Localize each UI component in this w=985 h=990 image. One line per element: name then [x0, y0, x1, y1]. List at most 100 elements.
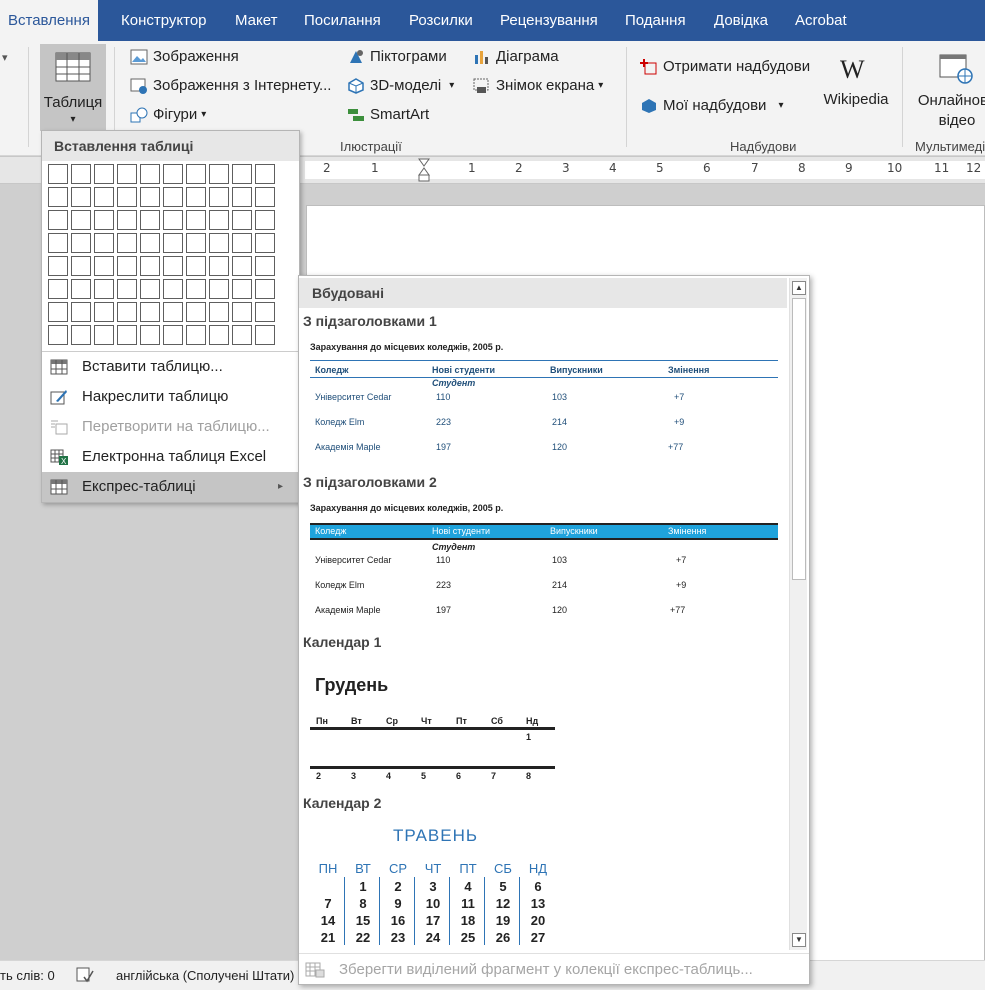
tab-acrobat[interactable]: Acrobat: [795, 0, 847, 41]
grid-cell[interactable]: [255, 325, 275, 345]
grid-cell[interactable]: [255, 210, 275, 230]
my-addins-button[interactable]: Мої надбудови ▾: [640, 97, 783, 114]
grid-cell[interactable]: [209, 325, 229, 345]
grid-cell[interactable]: [140, 302, 160, 322]
grid-cell[interactable]: [94, 302, 114, 322]
quick-tables-item[interactable]: Експрес-таблиці ▸: [42, 472, 299, 502]
grid-cell[interactable]: [117, 256, 137, 276]
word-count[interactable]: ть слів: 0: [0, 968, 55, 983]
screenshot-button[interactable]: Знімок екрана ▾: [473, 77, 603, 94]
grid-cell[interactable]: [209, 256, 229, 276]
grid-cell[interactable]: [48, 325, 68, 345]
quick-table-calendar-2[interactable]: Календар 2 ТРАВЕНЬ ПН ВТ СР ЧТ ПТ СБ НД 1 2 3 4 5 6 7…: [299, 791, 787, 951]
grid-cell[interactable]: [163, 187, 183, 207]
grid-cell[interactable]: [140, 325, 160, 345]
grid-cell[interactable]: [48, 302, 68, 322]
tab-help[interactable]: Довідка: [714, 0, 768, 41]
grid-cell[interactable]: [209, 302, 229, 322]
grid-cell[interactable]: [94, 187, 114, 207]
grid-cell[interactable]: [186, 164, 206, 184]
table-button[interactable]: Таблиця ▾: [40, 44, 106, 131]
grid-cell[interactable]: [163, 279, 183, 299]
grid-cell[interactable]: [71, 187, 91, 207]
grid-cell[interactable]: [117, 164, 137, 184]
grid-cell[interactable]: [140, 187, 160, 207]
grid-cell[interactable]: [186, 279, 206, 299]
tab-layout[interactable]: Макет: [235, 0, 277, 41]
grid-cell[interactable]: [117, 302, 137, 322]
grid-cell[interactable]: [232, 279, 252, 299]
gallery-scrollbar[interactable]: ▲ ▼: [789, 278, 807, 950]
grid-cell[interactable]: [255, 279, 275, 299]
grid-cell[interactable]: [163, 233, 183, 253]
grid-cell[interactable]: [94, 325, 114, 345]
grid-cell[interactable]: [140, 210, 160, 230]
chevron-down-icon[interactable]: ▾: [2, 51, 8, 64]
quick-table-with-subheads-1[interactable]: З підзаголовками 1 Зарахування до місцев…: [299, 308, 787, 468]
grid-cell[interactable]: [71, 164, 91, 184]
grid-cell[interactable]: [232, 256, 252, 276]
grid-cell[interactable]: [163, 256, 183, 276]
grid-cell[interactable]: [232, 325, 252, 345]
shapes-button[interactable]: Фігури ▾: [130, 106, 206, 123]
grid-cell[interactable]: [232, 210, 252, 230]
indent-marker-icon[interactable]: [418, 158, 430, 182]
language-indicator[interactable]: англійська (Сполучені Штати): [116, 968, 294, 983]
grid-cell[interactable]: [163, 302, 183, 322]
grid-cell[interactable]: [232, 302, 252, 322]
grid-cell[interactable]: [94, 279, 114, 299]
grid-cell[interactable]: [117, 233, 137, 253]
grid-cell[interactable]: [209, 187, 229, 207]
grid-cell[interactable]: [48, 233, 68, 253]
grid-cell[interactable]: [140, 256, 160, 276]
online-pictures-button[interactable]: Зображення з Інтернету...: [130, 77, 331, 94]
grid-cell[interactable]: [71, 325, 91, 345]
pictures-button[interactable]: Зображення: [130, 48, 239, 65]
online-video-button[interactable]: Онлайнове відео: [912, 49, 985, 134]
grid-cell[interactable]: [140, 279, 160, 299]
wikipedia-button[interactable]: W Wikipedia: [820, 55, 892, 130]
grid-cell[interactable]: [117, 210, 137, 230]
grid-cell[interactable]: [117, 279, 137, 299]
grid-cell[interactable]: [48, 187, 68, 207]
grid-cell[interactable]: [71, 302, 91, 322]
tab-view[interactable]: Подання: [625, 0, 686, 41]
grid-cell[interactable]: [117, 325, 137, 345]
chart-button[interactable]: Діаграма: [473, 48, 559, 65]
grid-cell[interactable]: [255, 256, 275, 276]
proofing-icon[interactable]: [76, 967, 94, 983]
scroll-up-icon[interactable]: ▲: [792, 281, 806, 295]
grid-cell[interactable]: [71, 210, 91, 230]
excel-spreadsheet-item[interactable]: X Електронна таблиця Excel: [42, 442, 299, 472]
insert-table-item[interactable]: Вставити таблицю...: [42, 352, 299, 382]
grid-cell[interactable]: [71, 233, 91, 253]
grid-cell[interactable]: [48, 164, 68, 184]
grid-cell[interactable]: [163, 325, 183, 345]
grid-cell[interactable]: [48, 256, 68, 276]
tab-mailings[interactable]: Розсилки: [409, 0, 473, 41]
grid-cell[interactable]: [186, 187, 206, 207]
grid-cell[interactable]: [232, 164, 252, 184]
grid-cell[interactable]: [71, 279, 91, 299]
tab-review[interactable]: Рецензування: [500, 0, 598, 41]
save-to-gallery-item[interactable]: Зберегти виділений фрагмент у колекції е…: [299, 953, 809, 985]
grid-cell[interactable]: [186, 325, 206, 345]
3d-models-button[interactable]: 3D-моделі ▾: [347, 77, 454, 94]
grid-cell[interactable]: [140, 233, 160, 253]
draw-table-item[interactable]: Накреслити таблицю: [42, 382, 299, 412]
grid-cell[interactable]: [94, 164, 114, 184]
grid-cell[interactable]: [163, 210, 183, 230]
grid-cell[interactable]: [48, 210, 68, 230]
grid-cell[interactable]: [209, 210, 229, 230]
grid-cell[interactable]: [209, 164, 229, 184]
grid-cell[interactable]: [209, 233, 229, 253]
grid-cell[interactable]: [255, 233, 275, 253]
tab-design[interactable]: Конструктор: [121, 0, 207, 41]
grid-cell[interactable]: [117, 187, 137, 207]
grid-cell[interactable]: [163, 164, 183, 184]
grid-cell[interactable]: [186, 256, 206, 276]
grid-cell[interactable]: [209, 279, 229, 299]
grid-cell[interactable]: [94, 256, 114, 276]
grid-cell[interactable]: [255, 164, 275, 184]
grid-cell[interactable]: [140, 164, 160, 184]
